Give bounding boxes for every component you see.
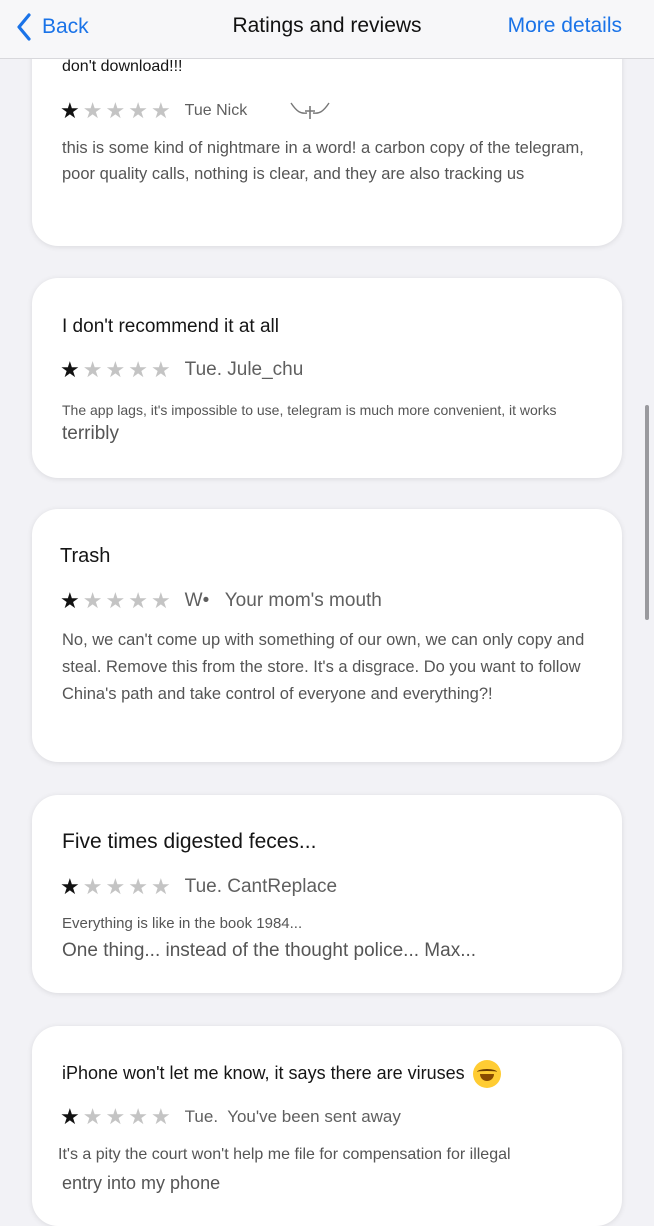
star-icon: ★ <box>128 357 148 382</box>
winged-cross-icon <box>290 102 330 119</box>
review-card: iPhone won't let me know, it says there … <box>32 1026 622 1226</box>
review-rating-row: ★ ★ ★ ★ ★ Tue. CantReplace <box>60 876 337 898</box>
review-title: I don't recommend it at all <box>62 316 279 337</box>
review-rating-row: ★ ★ ★ ★ ★ W• Your mom's mouth <box>60 590 382 612</box>
review-title: Trash <box>60 545 111 567</box>
star-rating: ★ ★ ★ ★ ★ <box>60 359 171 381</box>
star-icon: ★ <box>60 98 80 123</box>
review-meta: W• Your mom's mouth <box>184 590 382 611</box>
review-meta: Tue. CantReplace <box>184 876 338 897</box>
star-icon: ★ <box>60 874 80 899</box>
review-meta: Tue. Jule_chu <box>184 359 304 380</box>
review-body-line-1: It's a pity the court won't help me file… <box>58 1146 511 1163</box>
star-icon: ★ <box>150 98 171 123</box>
star-icon: ★ <box>82 874 103 899</box>
review-title: Five times digested feces... <box>62 830 317 853</box>
star-icon: ★ <box>105 98 126 123</box>
review-meta: Tue. You've been sent away <box>184 1107 401 1126</box>
star-icon: ★ <box>105 874 126 899</box>
review-meta: Tue Nick <box>184 102 248 119</box>
review-rating-row: ★ ★ ★ ★ ★ Tue. You've been sent away <box>60 1106 401 1128</box>
review-title-text: iPhone won't let me know, it says there … <box>62 1062 465 1083</box>
star-icon: ★ <box>60 1104 80 1129</box>
review-body-line-2: terribly <box>62 423 120 444</box>
star-icon: ★ <box>82 357 103 382</box>
review-rating-row: ★ ★ ★ ★ ★ Tue Nick <box>60 100 333 122</box>
review-card: I don't recommend it at all ★ ★ ★ ★ ★ Tu… <box>32 278 622 478</box>
review-body: No, we can't come up with something of o… <box>62 631 585 703</box>
star-icon: ★ <box>128 874 148 899</box>
star-icon: ★ <box>82 588 103 613</box>
review-body-line-2: One thing... instead of the thought poli… <box>62 940 477 961</box>
star-icon: ★ <box>82 98 103 123</box>
star-icon: ★ <box>128 1104 148 1129</box>
navigation-bar: Back Ratings and reviews More details <box>0 0 654 59</box>
star-icon: ★ <box>150 588 171 613</box>
star-rating: ★ ★ ★ ★ ★ <box>60 100 171 122</box>
star-icon: ★ <box>150 357 171 382</box>
star-rating: ★ ★ ★ ★ ★ <box>60 590 171 612</box>
star-icon: ★ <box>150 1104 171 1129</box>
star-icon: ★ <box>105 588 126 613</box>
review-body-line-1: Everything is like in the book 1984... <box>62 915 303 932</box>
scrollbar[interactable] <box>645 405 649 620</box>
review-card: Five times digested feces... ★ ★ ★ ★ ★ T… <box>32 795 622 993</box>
star-icon: ★ <box>82 1104 103 1129</box>
star-icon: ★ <box>60 588 80 613</box>
star-icon: ★ <box>60 357 80 382</box>
star-rating: ★ ★ ★ ★ ★ <box>60 1106 171 1128</box>
laughing-emoji-icon <box>472 1060 501 1088</box>
star-icon: ★ <box>150 874 171 899</box>
star-icon: ★ <box>128 98 148 123</box>
star-rating: ★ ★ ★ ★ ★ <box>60 876 171 898</box>
review-card: Trash ★ ★ ★ ★ ★ W• Your mom's mouth No, … <box>32 509 622 762</box>
review-body-line-1: The app lags, it's impossible to use, te… <box>62 402 557 418</box>
review-body: this is some kind of nightmare in a word… <box>62 139 584 183</box>
star-icon: ★ <box>105 357 126 382</box>
more-details-link[interactable]: More details <box>508 14 622 38</box>
review-title: don't download!!! <box>62 58 183 75</box>
star-icon: ★ <box>128 588 148 613</box>
review-rating-row: ★ ★ ★ ★ ★ Tue. Jule_chu <box>60 359 303 381</box>
review-title: iPhone won't let me know, it says there … <box>62 1060 501 1088</box>
star-icon: ★ <box>105 1104 126 1129</box>
review-body-line-2: entry into my phone <box>62 1173 221 1193</box>
